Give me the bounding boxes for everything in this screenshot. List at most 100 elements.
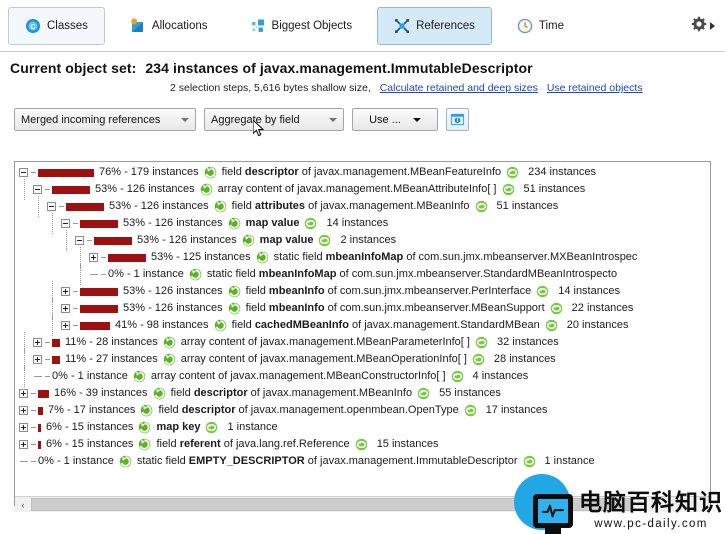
tree-row[interactable]: 41% - 98 instances field cachedMBeanInfo … [15, 315, 710, 336]
tree-row[interactable]: 53% - 126 instances field mbeanInfo of co… [15, 298, 710, 319]
reference-icon [138, 438, 151, 451]
tree-expand-icon[interactable] [33, 338, 42, 347]
selection-summary: 2 selection steps, 5,616 bytes shallow s… [170, 82, 371, 94]
tree-row[interactable]: 53% - 126 instances array content of java… [15, 179, 710, 200]
tab-biggest-objects[interactable]: Biggest Objects [233, 7, 370, 45]
tree-collapse-icon[interactable] [47, 202, 56, 211]
reference-member-name: mbeanInfo [268, 285, 325, 297]
object-count-icon [506, 166, 519, 179]
percentage-bar [80, 321, 110, 330]
info-icon [450, 113, 465, 126]
reference-member-name: mbeanInfo [268, 302, 325, 314]
object-count-icon [355, 438, 368, 451]
tab-references-label: References [416, 19, 475, 32]
object-count-label: 1 instance [227, 421, 278, 433]
tree-row[interactable]: 76% - 179 instances field descriptor of j… [15, 164, 710, 181]
tab-allocations[interactable]: Allocations [113, 7, 225, 45]
percentage-bar [38, 423, 41, 432]
object-count-label: 51 instances [496, 200, 559, 212]
reference-description: map key [156, 419, 200, 436]
tab-overflow-button[interactable] [691, 16, 721, 35]
tree-indent-guide [15, 298, 61, 319]
tab-classes[interactable]: C Classes [8, 6, 105, 45]
tree-expand-icon[interactable] [89, 253, 98, 262]
view-mode-select[interactable]: Merged incoming references [14, 108, 196, 131]
horizontal-scrollbar[interactable]: ‹ [15, 496, 710, 512]
tree-collapse-icon[interactable] [19, 168, 28, 177]
instance-count-label: 11% - 28 instances [65, 336, 158, 348]
reference-description: map value [246, 215, 300, 232]
tree-connector [31, 410, 36, 411]
object-count-label: 55 instances [439, 387, 501, 399]
tree-expand-icon[interactable] [61, 304, 70, 313]
tree-indent-guide [15, 281, 61, 302]
tree-connector [73, 223, 78, 224]
tree-expand-icon[interactable] [19, 423, 28, 432]
references-toolbar: Merged incoming references Aggregate by … [0, 94, 725, 141]
tree-row[interactable]: 6% - 15 instances map key 1 instance [15, 419, 710, 436]
instance-count-label: 53% - 126 instances [137, 234, 237, 246]
use-retained-objects-link[interactable]: Use retained objects [547, 82, 643, 94]
object-count-label: 2 instances [340, 234, 397, 246]
object-count-icon [502, 183, 515, 196]
percentage-bar [38, 168, 94, 177]
tree-row[interactable]: 0% - 1 instance static field mbeanInfoMap… [15, 264, 710, 285]
tree-row[interactable]: 53% - 125 instances static field mbeanInf… [15, 247, 710, 268]
tree-row[interactable]: 6% - 15 instances field referent of java.… [15, 436, 710, 453]
tree-collapse-icon[interactable] [61, 219, 70, 228]
tree-expand-icon[interactable] [61, 287, 70, 296]
tab-time[interactable]: Time [500, 7, 581, 45]
tree-collapse-icon[interactable] [33, 185, 42, 194]
scroll-left-button[interactable]: ‹ [15, 497, 31, 512]
calculate-retained-link[interactable]: Calculate retained and deep sizes [380, 82, 538, 94]
tree-expand-icon[interactable] [61, 321, 70, 330]
reference-member-name: descriptor [181, 404, 236, 416]
tab-bar: C Classes Allocations Biggest Objects Re… [0, 0, 725, 52]
tree-expand-icon[interactable] [19, 406, 28, 415]
scroll-thumb[interactable] [31, 498, 631, 511]
tree-row[interactable]: 16% - 39 instances field descriptor of ja… [15, 385, 710, 402]
tree-row[interactable]: 11% - 27 instances array content of javax… [15, 349, 710, 370]
reference-icon [119, 455, 132, 468]
instance-count-label: 53% - 126 instances [123, 217, 223, 229]
tree-indent-guide [15, 179, 33, 200]
reference-description: static field mbeanInfoMap of com.sun.jmx… [206, 268, 618, 280]
tree-collapse-icon[interactable] [75, 236, 84, 245]
aggregation-select[interactable]: Aggregate by field [204, 108, 344, 131]
tree-row[interactable]: 53% - 126 instances map value 2 instances [15, 230, 710, 251]
percentage-bar [52, 338, 60, 347]
allocations-icon [130, 17, 146, 34]
tree-row[interactable]: 0% - 1 instance static field EMPTY_DESCRI… [15, 453, 710, 470]
reference-member-name: mbeanInfoMap [325, 251, 404, 263]
time-icon [517, 18, 533, 34]
tree-row[interactable]: 0% - 1 instance array content of javax.ma… [15, 366, 710, 387]
percentage-bar [38, 406, 43, 415]
chevron-down-icon [412, 117, 421, 122]
info-button[interactable] [446, 108, 469, 131]
tree-expand-icon[interactable] [19, 389, 28, 398]
percentage-bar [38, 440, 41, 449]
tree-connector [31, 427, 36, 428]
references-tree[interactable]: 76% - 179 instances field descriptor of j… [15, 162, 710, 470]
reference-icon [228, 285, 241, 298]
tree-indent-guide [15, 230, 75, 251]
references-tree-panel[interactable]: 76% - 179 instances field descriptor of j… [14, 161, 711, 506]
aggregation-value: Aggregate by field [211, 113, 300, 126]
tree-connector [45, 342, 50, 343]
tab-biggest-objects-label: Biggest Objects [271, 19, 353, 32]
use-menu-button[interactable]: Use ... [352, 108, 438, 131]
tree-row[interactable]: 53% - 126 instances field attributes of j… [15, 196, 710, 217]
tree-row[interactable]: 53% - 126 instances map value 14 instances [15, 213, 710, 234]
reference-member-name: mbeanInfoMap [258, 268, 337, 280]
tree-row[interactable]: 7% - 17 instances field descriptor of jav… [15, 402, 710, 419]
tree-row[interactable]: 53% - 126 instances field mbeanInfo of co… [15, 281, 710, 302]
tree-indent-guide [15, 247, 89, 268]
tree-expand-icon[interactable] [19, 440, 28, 449]
reference-member-name: referent [179, 438, 221, 450]
reference-icon [189, 268, 202, 281]
object-count-label: 51 instances [523, 183, 586, 195]
reference-description: static field mbeanInfoMap of com.sun.jmx… [273, 251, 638, 263]
tree-expand-icon[interactable] [33, 355, 42, 364]
tab-references[interactable]: References [377, 6, 492, 45]
tree-row[interactable]: 11% - 28 instances array content of javax… [15, 332, 710, 353]
